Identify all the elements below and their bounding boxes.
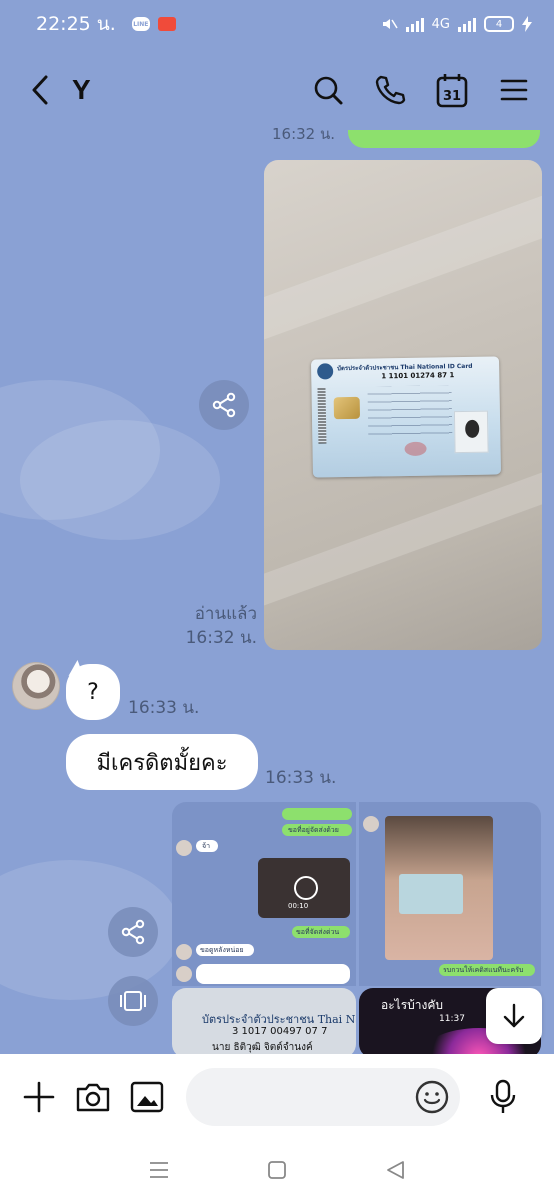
scroll-to-bottom-button[interactable] bbox=[486, 988, 542, 1044]
menu-button[interactable] bbox=[494, 70, 534, 110]
mini-bubble-text: ขอที่จัดส่งด่วน bbox=[296, 928, 340, 936]
camera-button[interactable] bbox=[72, 1075, 114, 1119]
mini-avatar bbox=[176, 944, 192, 960]
mini-bubble-text: ขอดูหลังหน่อย bbox=[200, 946, 244, 954]
id-card-stamp bbox=[404, 441, 427, 457]
line-notification-icon: LINE bbox=[131, 17, 150, 31]
phone-icon bbox=[375, 75, 406, 105]
background-cloud bbox=[20, 420, 220, 540]
voice-message-button[interactable] bbox=[482, 1075, 524, 1119]
sent-photo-id-card[interactable]: บัตรประจำตัวประชาชน Thai National ID Car… bbox=[264, 160, 542, 650]
sent-photo-id-card-2[interactable]: บัตรประจำตัวประชาชน Thai National ID 3 1… bbox=[172, 988, 356, 1054]
share-button[interactable] bbox=[199, 380, 249, 430]
camera-icon bbox=[76, 1083, 110, 1112]
calendar-icon: 31 bbox=[436, 74, 468, 108]
id-card-in-wallet bbox=[399, 874, 463, 914]
share-icon bbox=[121, 919, 145, 945]
photo-fold bbox=[264, 172, 542, 348]
mini-sent-bubble: รบกวนให้เคดิสแนทีนะครับ bbox=[439, 964, 535, 976]
message-time: 16:33 น. bbox=[265, 768, 337, 788]
share-icon bbox=[212, 392, 236, 418]
home-icon[interactable] bbox=[266, 1159, 288, 1181]
mini-sent-bubble bbox=[282, 808, 352, 820]
search-button[interactable] bbox=[308, 70, 348, 110]
chat-title[interactable]: Y bbox=[72, 74, 91, 106]
video-duration: 00:10 bbox=[288, 902, 309, 910]
search-icon bbox=[314, 76, 343, 105]
mini-sent-bubble: ขอที่อยู่จัดส่งด้วย bbox=[282, 824, 352, 836]
mute-icon bbox=[382, 19, 398, 29]
share-button[interactable] bbox=[108, 907, 158, 957]
message-text: ? bbox=[87, 679, 99, 705]
status-bar: 22:25 น. LINE 4G 4 bbox=[0, 0, 554, 48]
previous-sent-bubble[interactable] bbox=[348, 130, 540, 148]
id-card-image: บัตรประจำตัวประชาชน Thai National ID Car… bbox=[310, 356, 502, 478]
sent-photo-chat-screenshot[interactable]: รบกวนให้เคดิสแนทีนะครับ bbox=[359, 802, 541, 986]
id-card-seal bbox=[317, 363, 334, 380]
signal-icon bbox=[405, 16, 424, 32]
calendar-day-label: 31 bbox=[443, 89, 461, 104]
signal-2-icon bbox=[458, 16, 476, 32]
mini-received-bubble bbox=[196, 964, 350, 984]
mini-bubble-text: อะไรบ้างคับ bbox=[381, 998, 443, 1012]
call-button[interactable] bbox=[370, 70, 410, 110]
play-icon bbox=[294, 876, 318, 900]
id-card-name: นาย ธิติวุฒิ จิตต์จำนงค์ bbox=[212, 1042, 313, 1053]
arrow-down-icon bbox=[503, 1003, 525, 1028]
id-card-text-lines bbox=[367, 385, 453, 437]
mini-avatar bbox=[363, 816, 379, 832]
avatar[interactable] bbox=[12, 662, 60, 710]
mini-video-thumbnail: 00:10 bbox=[258, 858, 350, 918]
add-button[interactable] bbox=[18, 1075, 60, 1119]
plus-icon bbox=[23, 1081, 55, 1113]
wallet-photo bbox=[385, 816, 493, 960]
read-receipt: อ่านแล้ว bbox=[194, 604, 257, 624]
mini-message-time: 11:37 bbox=[439, 1014, 465, 1024]
message-time: 16:32 น. bbox=[185, 628, 257, 648]
recent-apps-icon[interactable] bbox=[148, 1160, 170, 1180]
mini-sent-bubble: ขอที่จัดส่งด่วน bbox=[292, 926, 350, 938]
battery-icon: 4 bbox=[484, 16, 514, 32]
previous-message-time: 16:32 น. bbox=[272, 125, 336, 143]
message-input[interactable] bbox=[185, 1068, 461, 1126]
emoji-icon[interactable] bbox=[414, 1079, 450, 1115]
gallery-button[interactable] bbox=[126, 1075, 168, 1119]
message-time: 16:33 น. bbox=[128, 698, 200, 718]
mini-avatar bbox=[176, 966, 192, 982]
mini-received-bubble: ขอดูหลังหน่อย bbox=[196, 944, 254, 956]
chevron-left-icon bbox=[32, 75, 48, 105]
message-text: มีเครดิตมั้ยคะ bbox=[96, 750, 228, 776]
id-card-portrait bbox=[453, 410, 489, 454]
mini-avatar bbox=[176, 840, 192, 856]
status-indicators: 4G 4 bbox=[380, 16, 532, 32]
microphone-icon bbox=[490, 1079, 516, 1113]
network-label: 4G bbox=[431, 16, 450, 32]
id-card-number: 3 1017 00497 07 7 bbox=[232, 1026, 328, 1037]
sent-photo-chat-screenshot[interactable]: ขอที่อยู่จัดส่งด้วย จ้า 00:10 ขอที่จัดส่… bbox=[172, 802, 356, 986]
chat-area[interactable]: 16:32 น. บัตรประจำตัวประชาชน Thai Nation… bbox=[0, 120, 554, 1054]
mini-bubble-text: รบกวนให้เคดิสแนทีนะครับ bbox=[443, 966, 524, 974]
mini-received-bubble: จ้า bbox=[196, 840, 218, 852]
received-message[interactable]: ? bbox=[66, 664, 120, 720]
id-card-number: 1 1101 01274 87 1 bbox=[381, 371, 455, 381]
charging-icon bbox=[522, 16, 532, 32]
back-nav-icon[interactable] bbox=[384, 1159, 406, 1181]
mini-bubble-text: ขอที่อยู่จัดส่งด้วย bbox=[288, 826, 339, 834]
id-card-chip bbox=[333, 396, 361, 420]
hamburger-menu-icon bbox=[500, 79, 528, 101]
message-input-bar bbox=[0, 1054, 554, 1140]
image-icon bbox=[130, 1081, 163, 1113]
system-navigation-bar bbox=[0, 1140, 554, 1200]
received-message[interactable]: มีเครดิตมั้ยคะ bbox=[66, 734, 258, 790]
header-actions: 31 bbox=[308, 70, 534, 110]
shop-notification-icon bbox=[157, 17, 176, 31]
album-icon bbox=[120, 991, 146, 1011]
id-card-barcode bbox=[317, 387, 327, 444]
calendar-button[interactable]: 31 bbox=[432, 70, 472, 110]
back-button[interactable] bbox=[20, 70, 60, 110]
id-card-face bbox=[465, 419, 480, 438]
status-time: 22:25 น. bbox=[36, 13, 116, 35]
mini-bubble-text: จ้า bbox=[202, 842, 211, 850]
view-album-button[interactable] bbox=[108, 976, 158, 1026]
